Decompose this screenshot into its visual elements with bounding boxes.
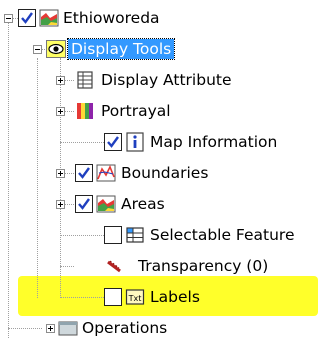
folder-icon xyxy=(58,321,78,336)
tree-item-areas[interactable]: Areas xyxy=(121,194,165,214)
boundary-icon xyxy=(96,164,116,182)
tree-line xyxy=(60,297,104,298)
tree-item-transparency[interactable]: Transparency (0) xyxy=(138,256,268,276)
areas-layer-icon xyxy=(96,195,116,213)
checkbox-labels[interactable] xyxy=(104,288,122,306)
tree-line xyxy=(60,235,104,236)
svg-text:Txt: Txt xyxy=(128,294,142,303)
tree-item-operations[interactable]: Operations xyxy=(82,318,167,338)
tree-line xyxy=(8,18,9,338)
grid-select-icon xyxy=(126,227,144,243)
text-label-icon: Txt xyxy=(125,289,145,305)
info-icon xyxy=(126,132,144,152)
collapse-toggle-display-tools[interactable] xyxy=(33,45,42,54)
expand-toggle-areas[interactable] xyxy=(56,200,65,209)
eye-icon xyxy=(46,40,66,58)
collapse-toggle-root[interactable] xyxy=(4,14,13,23)
tree-item-labels[interactable]: Labels xyxy=(150,287,200,307)
tree-item-selectable-feature[interactable]: Selectable Feature xyxy=(150,225,295,245)
layer-tree: Ethioworeda Display Tools Display Attrib… xyxy=(0,0,322,345)
checkbox-map-information[interactable] xyxy=(104,133,122,151)
tree-item-map-information[interactable]: Map Information xyxy=(150,132,277,152)
tree-item-boundaries[interactable]: Boundaries xyxy=(121,163,208,183)
expand-toggle-portrayal[interactable] xyxy=(56,107,65,116)
tree-line xyxy=(60,142,104,143)
tree-item-display-attribute[interactable]: Display Attribute xyxy=(101,70,232,90)
table-icon xyxy=(77,71,93,89)
checkbox-ethioworeda[interactable] xyxy=(18,9,36,27)
tree-line xyxy=(8,328,42,329)
tree-item-portrayal[interactable]: Portrayal xyxy=(101,101,171,121)
checkbox-areas[interactable] xyxy=(75,195,93,213)
tree-line xyxy=(60,58,61,298)
checkmark-icon xyxy=(107,136,119,148)
areas-layer-icon xyxy=(39,9,59,27)
tree-line xyxy=(37,58,38,298)
expand-toggle-operations[interactable] xyxy=(46,324,55,333)
color-bars-icon xyxy=(77,103,93,119)
expand-toggle-boundaries[interactable] xyxy=(56,169,65,178)
brush-icon xyxy=(107,260,121,273)
tree-line xyxy=(60,266,74,267)
checkmark-icon xyxy=(78,198,90,210)
display-tools-item[interactable]: Display Tools xyxy=(66,38,176,60)
checkmark-icon xyxy=(21,12,33,24)
checkbox-selectable-feature[interactable] xyxy=(104,226,122,244)
checkmark-icon xyxy=(78,167,90,179)
expand-toggle-display-attribute[interactable] xyxy=(56,76,65,85)
checkbox-boundaries[interactable] xyxy=(75,164,93,182)
layer-label-ethioworeda[interactable]: Ethioworeda xyxy=(63,8,160,28)
